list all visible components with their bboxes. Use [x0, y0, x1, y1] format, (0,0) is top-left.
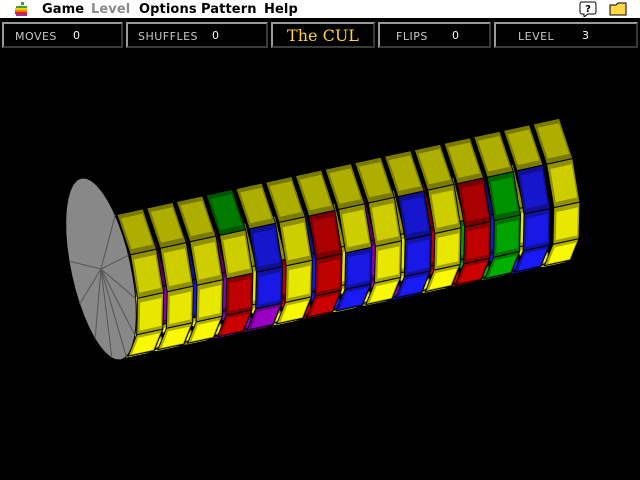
cylinder-tile-face-ring8-col5[interactable] [377, 246, 400, 279]
shuffles-value: 0 [212, 29, 219, 42]
cylinder-tile-face-ring11-col5[interactable] [466, 226, 489, 260]
game-title: The CUL [287, 26, 359, 45]
flips-value: 0 [452, 29, 459, 42]
apple-menu-icon[interactable] [14, 2, 29, 17]
level-value: 3 [582, 29, 589, 42]
cylinder-tile-face-ring0-col5[interactable] [139, 297, 162, 331]
level-panel: LEVEL 3 [494, 22, 638, 48]
level-label: LEVEL [518, 30, 555, 43]
cylinder-tile-face-ring9-col5[interactable] [407, 239, 430, 273]
moves-label: MOVES [15, 30, 57, 43]
cylinder-tile-face-ring1-col5[interactable] [169, 291, 192, 325]
cylinder-tile-face-ring12-col5[interactable] [496, 220, 519, 253]
cylinder-tile-face-ring2-col5[interactable] [199, 285, 222, 318]
moves-panel: MOVES 0 [2, 22, 123, 48]
cylinder-tile-face-ring9-col7[interactable] [388, 155, 421, 191]
game-board[interactable] [0, 50, 640, 480]
cylinder-tile-face-ring6-col5[interactable] [318, 259, 340, 292]
cylinder-tile-face-ring3-col5[interactable] [228, 278, 251, 312]
menu-help[interactable]: Help [264, 1, 298, 18]
title-panel: The CUL [271, 22, 375, 48]
finder-icon[interactable] [609, 1, 627, 17]
moves-value: 0 [73, 29, 80, 42]
cylinder-tile-face-ring14-col7[interactable] [537, 123, 570, 159]
cylinder-tile-face-ring5-col7[interactable] [269, 181, 302, 217]
cylinder-tile-face-ring4-col7[interactable] [240, 187, 272, 224]
cylinder-tile-face-ring7-col5[interactable] [347, 252, 370, 286]
cylinder-tile-face-ring4-col5[interactable] [258, 272, 281, 305]
cylinder-tile-face-ring12-col7[interactable] [478, 136, 510, 172]
cylinder-tile-face-ring14-col5[interactable] [555, 207, 578, 240]
cylinder-tile-face-ring10-col5[interactable] [436, 233, 459, 266]
cylinder-tile-face-ring2-col7[interactable] [180, 200, 213, 237]
cylinder-tile-face-ring6-col7[interactable] [299, 174, 332, 211]
menu-options[interactable]: Options [139, 1, 197, 18]
shuffles-panel: SHUFFLES 0 [126, 22, 268, 48]
cylinder-tile-face-ring13-col7[interactable] [507, 129, 540, 165]
cylinder-tile-face-ring10-col7[interactable] [418, 149, 451, 185]
menu-pattern[interactable]: Pattern [201, 1, 257, 18]
svg-text:?: ? [585, 4, 591, 15]
menu-game[interactable]: Game [42, 1, 84, 18]
help-icon[interactable]: ? [579, 1, 597, 17]
cylinder-tile-face-ring5-col5[interactable] [288, 265, 311, 299]
cylinder-tile-face-ring13-col5[interactable] [526, 213, 549, 247]
menu-level[interactable]: Level [91, 1, 130, 18]
flips-label: FLIPS [396, 30, 428, 43]
cylinder-tile-face-ring7-col7[interactable] [329, 168, 361, 204]
flips-panel: FLIPS 0 [378, 22, 491, 48]
cylinder-tile-face-ring3-col7[interactable] [210, 194, 242, 230]
menu-bar: Game Level Options Pattern Help ? [0, 0, 640, 19]
cylinder-tile-face-ring1-col7[interactable] [150, 207, 183, 243]
cylinder-tile-face-ring11-col7[interactable] [448, 142, 480, 178]
cylinder-tile-face-ring8-col7[interactable] [359, 162, 391, 198]
shuffles-label: SHUFFLES [138, 30, 199, 43]
